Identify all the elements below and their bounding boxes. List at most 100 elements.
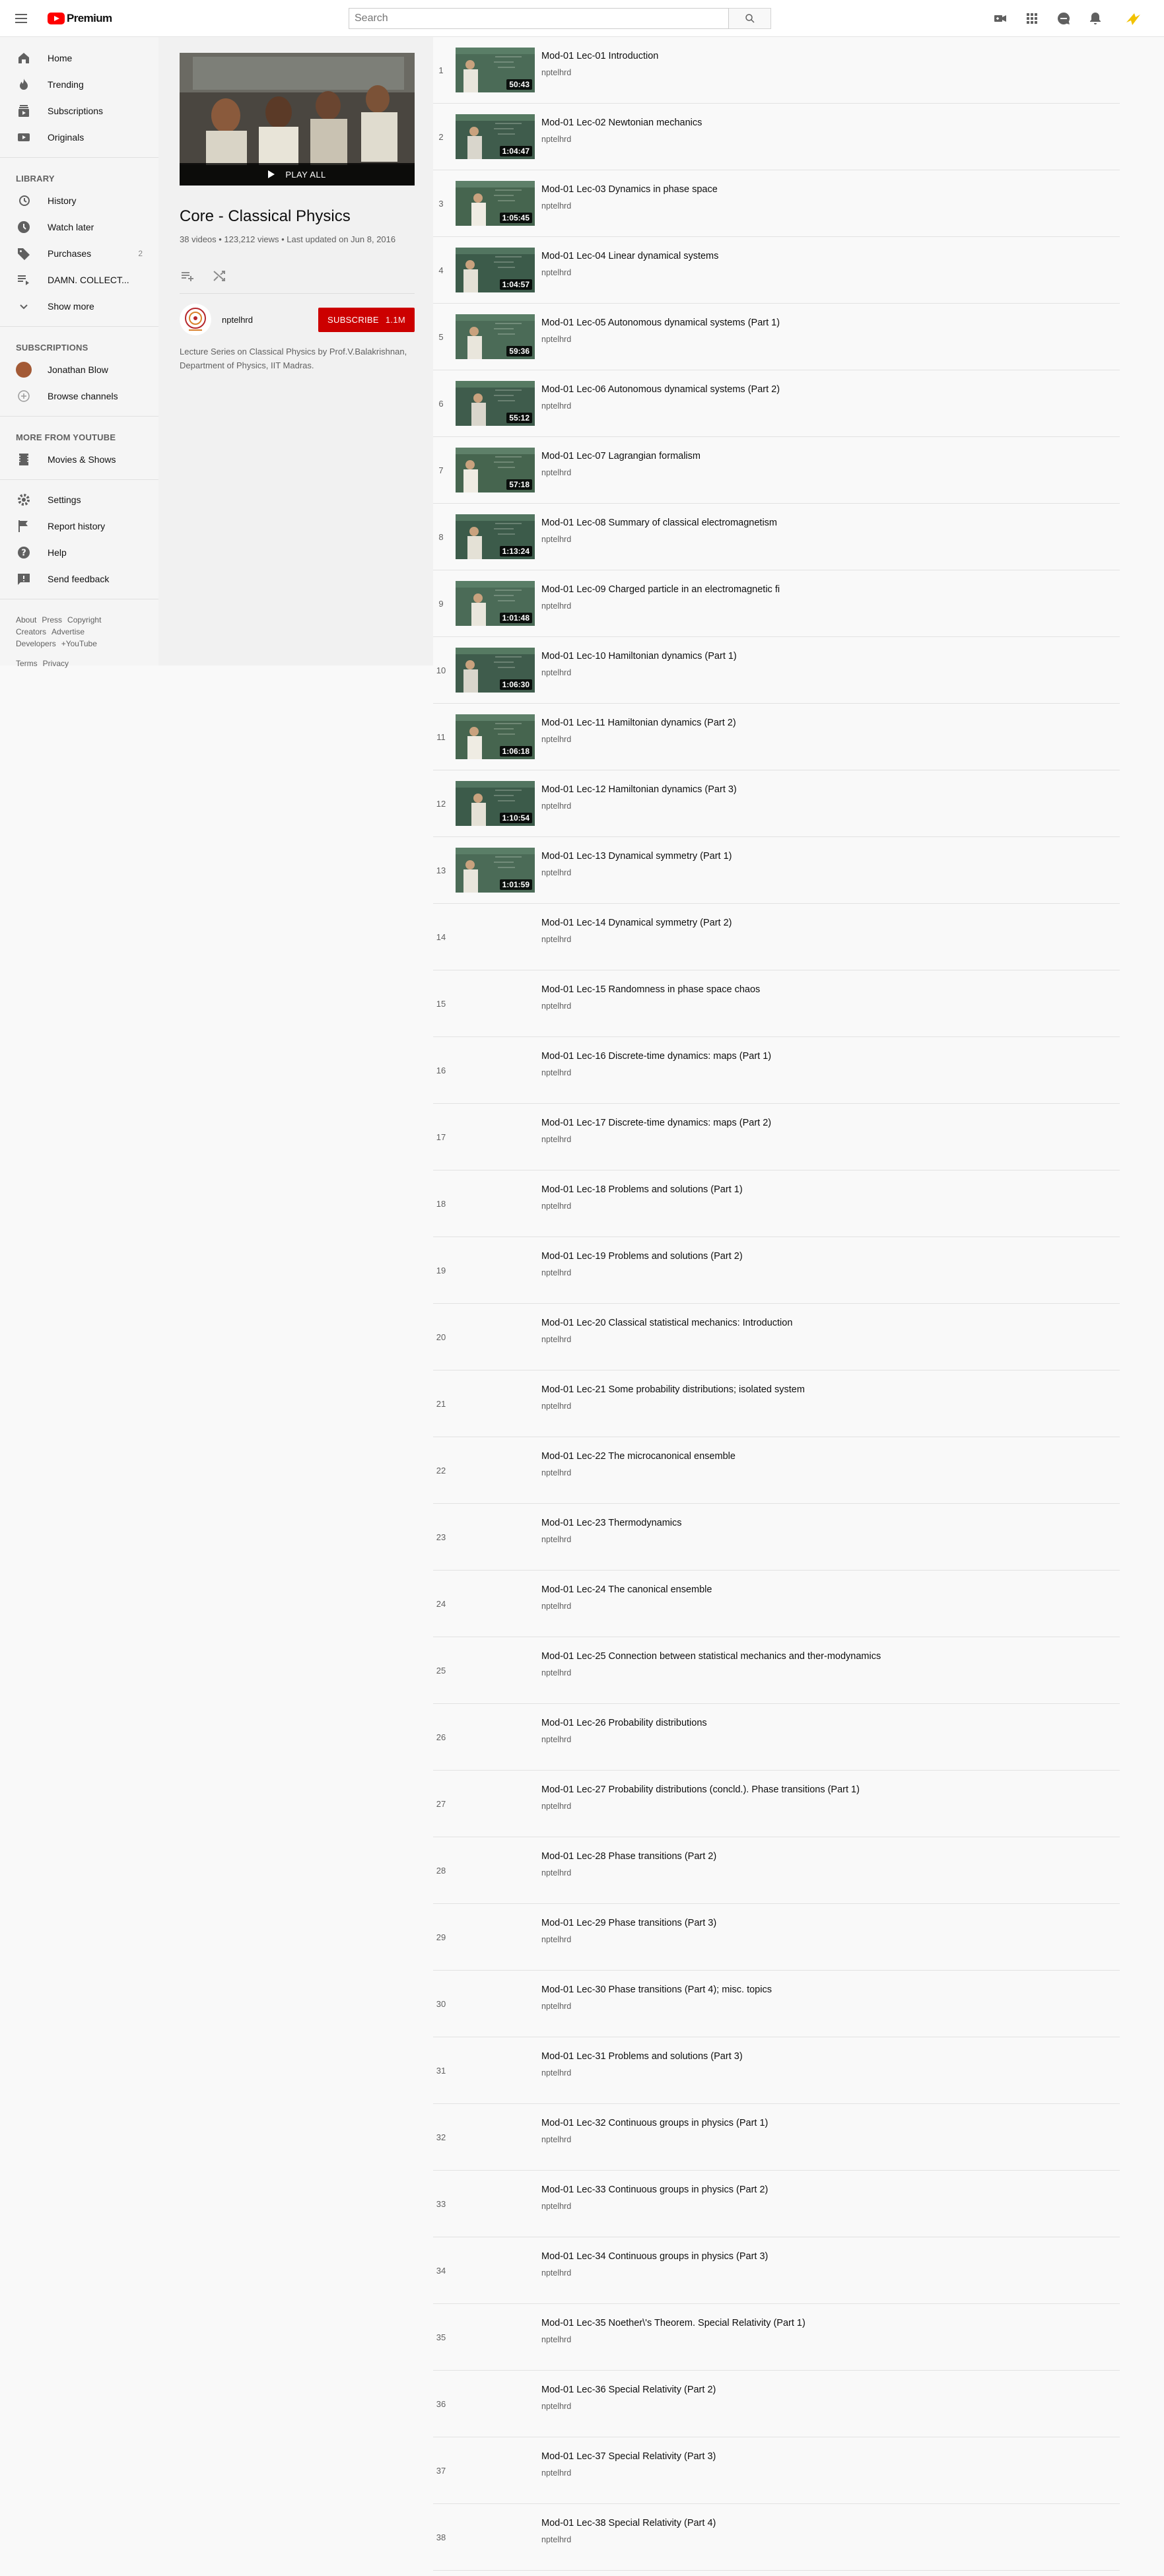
subscribe-button[interactable]: SUBSCRIBE 1.1M <box>318 307 415 332</box>
video-thumbnail[interactable]: 1:04:57 <box>456 248 535 292</box>
playlist-video-row[interactable]: 37 Mod-01 Lec-37 Special Relativity (Part… <box>433 2437 1120 2504</box>
guide-item-show-more[interactable]: Show more <box>0 293 158 320</box>
playlist-video-row[interactable]: 32 Mod-01 Lec-32 Continuous groups in phy… <box>433 2104 1120 2171</box>
video-thumbnail[interactable] <box>456 1648 535 1693</box>
video-channel[interactable]: nptelhrd <box>541 1335 571 1344</box>
video-thumbnail[interactable] <box>456 2515 535 2559</box>
video-thumbnail[interactable] <box>456 1448 535 1493</box>
guide-item-movies[interactable]: Movies & Shows <box>0 446 158 473</box>
video-title[interactable]: Mod-01 Lec-05 Autonomous dynamical syste… <box>541 318 1096 328</box>
playlist-video-row[interactable]: 10 1:06:30 Mod-01 Lec-10 Hamiltonian dynam… <box>433 637 1120 704</box>
playlist-video-row[interactable]: 38 Mod-01 Lec-38 Special Relativity (Part… <box>433 2504 1120 2571</box>
video-channel[interactable]: nptelhrd <box>541 1802 571 1811</box>
video-thumbnail[interactable] <box>456 914 535 959</box>
guide-item-playlist[interactable]: DAMN. COLLECT... <box>0 267 158 293</box>
video-thumbnail[interactable] <box>456 1181 535 1226</box>
video-channel[interactable]: nptelhrd <box>541 468 571 477</box>
video-title[interactable]: Mod-01 Lec-17 Discrete-time dynamics: ma… <box>541 1118 1096 1128</box>
video-title[interactable]: Mod-01 Lec-18 Problems and solutions (Pa… <box>541 1184 1096 1195</box>
video-channel[interactable]: nptelhrd <box>541 935 571 944</box>
playlist-video-row[interactable]: 17 Mod-01 Lec-17 Discrete-time dynamics: … <box>433 1104 1120 1170</box>
playlist-video-row[interactable]: 9 1:01:48 Mod-01 Lec-09 Charged particle i… <box>433 570 1120 637</box>
video-title[interactable]: Mod-01 Lec-06 Autonomous dynamical syste… <box>541 384 1096 395</box>
footer-link-copyright[interactable]: Copyright <box>67 614 101 626</box>
video-title[interactable]: Mod-01 Lec-30 Phase transitions (Part 4)… <box>541 1984 1096 1995</box>
video-channel[interactable]: nptelhrd <box>541 201 571 211</box>
video-thumbnail[interactable] <box>456 1514 535 1559</box>
notifications-bell-icon[interactable] <box>1087 11 1103 26</box>
video-title[interactable]: Mod-01 Lec-34 Continuous groups in physi… <box>541 2251 1096 2262</box>
video-thumbnail[interactable] <box>456 1248 535 1293</box>
footer-link-about[interactable]: About <box>16 614 36 626</box>
playlist-video-row[interactable]: 27 Mod-01 Lec-27 Probability distribution… <box>433 1771 1120 1837</box>
video-thumbnail[interactable] <box>456 1981 535 2026</box>
playlist-video-row[interactable]: 12 1:10:54 Mod-01 Lec-12 Hamiltonian dynam… <box>433 770 1120 837</box>
video-thumbnail[interactable] <box>456 2315 535 2359</box>
video-thumbnail[interactable]: 50:43 <box>456 48 535 92</box>
playlist-video-row[interactable]: 14 Mod-01 Lec-14 Dynamical symmetry (Part… <box>433 904 1120 970</box>
playlist-video-row[interactable]: 1 50:43 Mod-01 Lec-01 Introduction nptelhrd <box>433 37 1120 104</box>
guide-item-send-feedback[interactable]: Send feedback <box>0 566 158 592</box>
video-channel[interactable]: nptelhrd <box>541 2402 571 2411</box>
video-channel[interactable]: nptelhrd <box>541 1868 571 1878</box>
youtube-premium-logo[interactable]: Premium <box>48 11 112 26</box>
footer-link-plus-youtube[interactable]: +YouTube <box>61 638 97 650</box>
video-title[interactable]: Mod-01 Lec-01 Introduction <box>541 51 1096 61</box>
video-channel[interactable]: nptelhrd <box>541 1202 571 1211</box>
video-channel[interactable]: nptelhrd <box>541 268 571 277</box>
playlist-video-row[interactable]: 21 Mod-01 Lec-21 Some probability distrib… <box>433 1371 1120 1437</box>
video-channel[interactable]: nptelhrd <box>541 1402 571 1411</box>
video-thumbnail[interactable] <box>456 2381 535 2426</box>
video-thumbnail[interactable]: 1:05:45 <box>456 181 535 226</box>
video-thumbnail[interactable] <box>456 2248 535 2293</box>
video-title[interactable]: Mod-01 Lec-27 Probability distributions … <box>541 1784 1096 1795</box>
guide-item-purchases[interactable]: Purchases 2 <box>0 240 158 267</box>
video-title[interactable]: Mod-01 Lec-25 Connection between statist… <box>541 1651 1096 1662</box>
video-thumbnail[interactable]: 1:06:18 <box>456 714 535 759</box>
playlist-video-row[interactable]: 29 Mod-01 Lec-29 Phase transitions (Part … <box>433 1904 1120 1971</box>
video-title[interactable]: Mod-01 Lec-19 Problems and solutions (Pa… <box>541 1251 1096 1262</box>
playlist-video-row[interactable]: 18 Mod-01 Lec-18 Problems and solutions (… <box>433 1170 1120 1237</box>
video-title[interactable]: Mod-01 Lec-12 Hamiltonian dynamics (Part… <box>541 784 1096 795</box>
video-title[interactable]: Mod-01 Lec-13 Dynamical symmetry (Part 1… <box>541 851 1096 862</box>
video-title[interactable]: Mod-01 Lec-24 The canonical ensemble <box>541 1584 1096 1595</box>
video-thumbnail[interactable] <box>456 981 535 1026</box>
video-title[interactable]: Mod-01 Lec-21 Some probability distribut… <box>541 1384 1096 1395</box>
video-thumbnail[interactable]: 1:01:48 <box>456 581 535 626</box>
video-channel[interactable]: nptelhrd <box>541 68 571 77</box>
video-title[interactable]: Mod-01 Lec-36 Special Relativity (Part 2… <box>541 2385 1096 2395</box>
video-thumbnail[interactable] <box>456 2448 535 2493</box>
video-title[interactable]: Mod-01 Lec-03 Dynamics in phase space <box>541 184 1096 195</box>
video-channel[interactable]: nptelhrd <box>541 801 571 811</box>
playlist-video-row[interactable]: 6 55:12 Mod-01 Lec-06 Autonomous dynamical… <box>433 370 1120 437</box>
playlist-video-row[interactable]: 30 Mod-01 Lec-30 Phase transitions (Part … <box>433 1971 1120 2037</box>
video-thumbnail[interactable]: 1:01:59 <box>456 848 535 893</box>
video-thumbnail[interactable] <box>456 1581 535 1626</box>
video-thumbnail[interactable] <box>456 2048 535 2093</box>
video-channel[interactable]: nptelhrd <box>541 401 571 411</box>
video-thumbnail[interactable] <box>456 1848 535 1893</box>
playlist-video-row[interactable]: 28 Mod-01 Lec-28 Phase transitions (Part … <box>433 1837 1120 1904</box>
video-channel[interactable]: nptelhrd <box>541 335 571 344</box>
owner-name[interactable]: nptelhrd <box>222 315 253 325</box>
video-thumbnail[interactable]: 1:13:24 <box>456 514 535 559</box>
video-channel[interactable]: nptelhrd <box>541 1668 571 1678</box>
video-thumbnail[interactable] <box>456 1381 535 1426</box>
video-title[interactable]: Mod-01 Lec-29 Phase transitions (Part 3) <box>541 1918 1096 1928</box>
guide-item-report-history[interactable]: Report history <box>0 513 158 539</box>
video-title[interactable]: Mod-01 Lec-32 Continuous groups in physi… <box>541 2118 1096 2128</box>
account-avatar[interactable] <box>1122 8 1144 29</box>
video-thumbnail[interactable] <box>456 1915 535 1959</box>
guide-item-browse-channels[interactable]: Browse channels <box>0 383 158 409</box>
video-title[interactable]: Mod-01 Lec-33 Continuous groups in physi… <box>541 2185 1096 2195</box>
add-to-queue-icon[interactable] <box>180 268 195 284</box>
playlist-video-row[interactable]: 34 Mod-01 Lec-34 Continuous groups in phy… <box>433 2237 1120 2304</box>
video-title[interactable]: Mod-01 Lec-16 Discrete-time dynamics: ma… <box>541 1051 1096 1062</box>
video-channel[interactable]: nptelhrd <box>541 2002 571 2011</box>
video-channel[interactable]: nptelhrd <box>541 1068 571 1077</box>
video-channel[interactable]: nptelhrd <box>541 2135 571 2144</box>
video-title[interactable]: Mod-01 Lec-38 Special Relativity (Part 4… <box>541 2518 1096 2528</box>
video-channel[interactable]: nptelhrd <box>541 1535 571 1544</box>
playlist-video-row[interactable]: 5 59:36 Mod-01 Lec-05 Autonomous dynamical… <box>433 304 1120 370</box>
footer-link-creators[interactable]: Creators <box>16 626 46 638</box>
